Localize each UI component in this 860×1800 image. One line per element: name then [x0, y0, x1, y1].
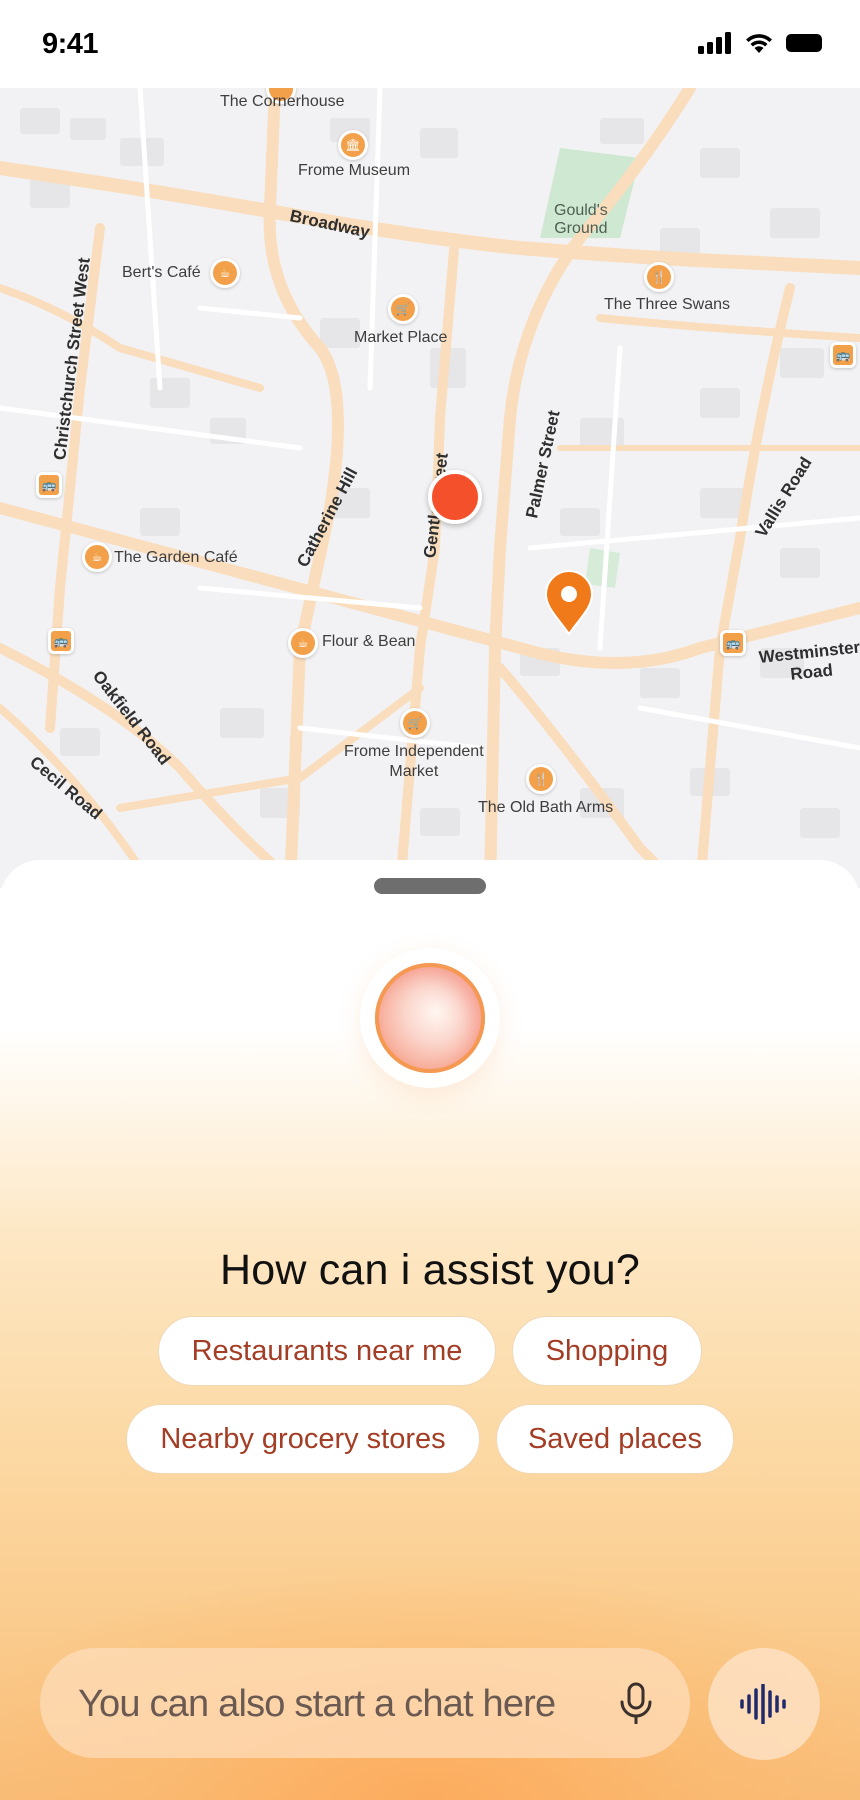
museum-icon[interactable]: 🏛: [338, 130, 368, 160]
suggestion-saved-places[interactable]: Saved places: [496, 1404, 734, 1474]
suggestion-shopping[interactable]: Shopping: [512, 1316, 702, 1386]
label-berts-cafe: Bert's Café: [122, 264, 201, 281]
label-flour-bean: Flour & Bean: [322, 633, 416, 650]
mic-icon[interactable]: [616, 1682, 656, 1724]
cart-icon[interactable]: 🛒: [388, 294, 418, 324]
status-time: 9:41: [42, 28, 99, 60]
label-frome-independent: Frome Independent Market: [344, 742, 484, 782]
bus-icon[interactable]: 🚌: [720, 630, 746, 656]
signal-icon: [698, 32, 731, 54]
cafe-icon[interactable]: ☕: [288, 628, 318, 658]
bus-icon[interactable]: 🚌: [36, 472, 62, 498]
current-location-dot[interactable]: [428, 470, 482, 524]
bus-icon[interactable]: 🚌: [48, 628, 74, 654]
label-three-swans: The Three Swans: [604, 296, 730, 313]
label-frome-independent-line1: Frome Independent: [344, 743, 484, 760]
chat-bar: [40, 1648, 690, 1760]
label-goulds-line1: Gould's: [554, 202, 608, 219]
suggestion-restaurants-near-me[interactable]: Restaurants near me: [158, 1316, 496, 1386]
restaurant-icon[interactable]: 🍴: [644, 262, 674, 292]
label-market-place: Market Place: [354, 329, 448, 346]
label-frome-independent-line2: Market: [389, 763, 439, 780]
label-garden-cafe: The Garden Café: [114, 549, 238, 566]
bus-icon[interactable]: 🚌: [830, 342, 856, 368]
assistant-sheet: How can i assist you? Restaurants near m…: [0, 860, 860, 1800]
wifi-icon: [746, 34, 772, 53]
label-frome-museum: Frome Museum: [298, 162, 411, 179]
label-cornerhouse: The Cornerhouse: [220, 93, 345, 110]
cafe-icon[interactable]: ☕: [210, 258, 240, 288]
label-goulds-line2: Ground: [554, 220, 608, 237]
voice-button[interactable]: [708, 1648, 820, 1760]
assistant-orb[interactable]: [375, 963, 485, 1073]
assistant-headline: How can i assist you?: [219, 1246, 641, 1294]
voice-wave-icon: [740, 1684, 786, 1724]
restaurant-icon[interactable]: 🍴: [526, 764, 556, 794]
chat-input[interactable]: [76, 1648, 600, 1760]
label-goulds-ground: Gould's Ground: [554, 202, 608, 238]
sheet-drag-handle[interactable]: [374, 878, 486, 894]
map[interactable]: Broadway Christchurch Street West Cather…: [0, 88, 860, 888]
status-icons: [698, 32, 824, 54]
cafe-icon[interactable]: ☕: [82, 542, 112, 572]
cart-icon[interactable]: 🛒: [400, 708, 430, 738]
label-old-bath-arms: The Old Bath Arms: [478, 799, 614, 816]
suggestion-nearby-grocery-stores[interactable]: Nearby grocery stores: [126, 1404, 480, 1474]
battery-icon: [786, 34, 822, 52]
status-bar: 9:41: [0, 0, 860, 88]
map-pin-icon[interactable]: [544, 570, 594, 636]
